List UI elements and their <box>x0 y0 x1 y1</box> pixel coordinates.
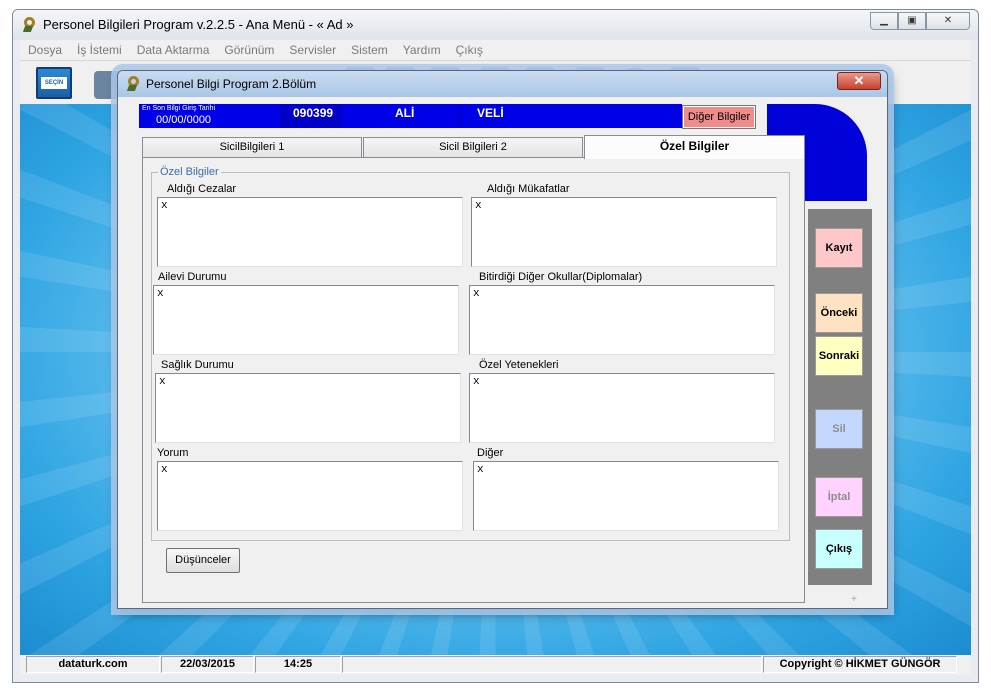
menu-servisler[interactable]: Servisler <box>281 40 343 60</box>
previous-button[interactable]: Önceki <box>815 293 863 333</box>
menu-cikis[interactable]: Çıkış <box>448 40 490 60</box>
dialog-titlebar[interactable]: Personel Bilgi Program 2.Bölüm ✕ <box>118 71 887 97</box>
employee-info-bar: En Son Bilgi Giriş Tarihi 00/00/0000 090… <box>139 104 682 128</box>
memo-diger-okullar[interactable]: x <box>469 285 775 355</box>
tab-sicil-bilgileri-1[interactable]: SicilBilgileri 1 <box>142 137 362 158</box>
memo-ozel-yetenekleri[interactable]: x <box>469 373 775 443</box>
status-empty <box>342 656 762 673</box>
group-title: Özel Bilgiler <box>158 166 221 178</box>
status-bar: dataturk.com 22/03/2015 14:25 Copyright … <box>20 655 971 675</box>
status-date: 22/03/2015 <box>161 656 254 673</box>
delete-button[interactable]: Sil <box>815 409 863 449</box>
label-saglik-durumu: Sağlık Durumu <box>161 359 234 371</box>
main-titlebar[interactable]: Personel Bilgileri Program v.2.2.5 - Ana… <box>13 10 978 40</box>
employee-last-name: VELİ <box>477 106 504 120</box>
dialog-logo-icon <box>126 76 142 92</box>
other-info-button[interactable]: Diğer Bilgiler <box>682 105 756 129</box>
status-site: dataturk.com <box>26 656 160 673</box>
memo-diger[interactable]: x <box>473 461 779 531</box>
cancel-button[interactable]: İptal <box>815 477 863 517</box>
label-aldigi-cezalar: Aldığı Cezalar <box>167 183 237 195</box>
menu-dosya[interactable]: Dosya <box>20 40 69 60</box>
label-diger: Diğer <box>477 447 504 459</box>
menu-is-istemi[interactable]: İş İstemi <box>69 40 129 60</box>
ozel-bilgiler-panel: Özel Bilgiler Aldığı Cezalar x Aldığı Mü… <box>142 157 805 603</box>
status-copyright: Copyright © HİKMET GÜNGÖR <box>763 656 957 673</box>
label-diger-okullar: Bitirdiği Diğer Okullar(Diplomalar) <box>479 271 643 283</box>
menu-yardim[interactable]: Yardım <box>395 40 448 60</box>
select-tool-button[interactable]: SEÇİN <box>36 67 72 99</box>
info-divider <box>459 104 461 128</box>
dialog-close-icon[interactable]: ✕ <box>837 72 881 90</box>
thoughts-button[interactable]: Düşünceler <box>166 548 240 573</box>
last-entry-label: En Son Bilgi Giriş Tarihi <box>142 105 216 112</box>
action-button-panel: Kayıt Önceki Sonraki Sil İptal Çıkış <box>808 209 872 585</box>
memo-aldigi-mukafatlar[interactable]: x <box>471 197 777 267</box>
dialog-title: Personel Bilgi Program 2.Bölüm <box>146 77 317 91</box>
last-entry-date: 00/00/0000 <box>156 114 212 126</box>
exit-button[interactable]: Çıkış <box>815 529 863 569</box>
ozel-bilgiler-group: Özel Bilgiler Aldığı Cezalar x Aldığı Mü… <box>151 166 790 541</box>
app-logo-icon <box>22 17 38 33</box>
menu-bar: Dosya İş İstemi Data Aktarma Görünüm Ser… <box>20 40 971 60</box>
minimize-icon[interactable]: ▁ <box>870 12 898 30</box>
status-time: 14:25 <box>255 656 341 673</box>
next-button[interactable]: Sonraki <box>815 336 863 376</box>
label-ozel-yetenekleri: Özel Yetenekleri <box>479 359 559 371</box>
resize-grip-icon[interactable]: + <box>851 594 857 605</box>
tab-ozel-bilgiler[interactable]: Özel Bilgiler <box>584 135 805 159</box>
memo-yorum[interactable]: x <box>157 461 463 531</box>
window-title: Personel Bilgileri Program v.2.2.5 - Ana… <box>43 17 354 32</box>
label-ailevi-durumu: Ailevi Durumu <box>158 271 227 283</box>
menu-gorunum[interactable]: Görünüm <box>216 40 281 60</box>
personel-dialog: Personel Bilgi Program 2.Bölüm ✕ En Son … <box>117 70 888 609</box>
menu-sistem[interactable]: Sistem <box>343 40 395 60</box>
select-tool-label: SEÇİN <box>41 77 67 89</box>
save-button[interactable]: Kayıt <box>815 228 863 268</box>
dialog-body: En Son Bilgi Giriş Tarihi 00/00/0000 090… <box>124 98 883 605</box>
memo-ailevi-durumu[interactable]: x <box>153 285 459 355</box>
close-window-icon[interactable]: ✕ <box>926 12 970 30</box>
menu-data-aktarma[interactable]: Data Aktarma <box>129 40 217 60</box>
memo-aldigi-cezalar[interactable]: x <box>157 197 463 267</box>
label-aldigi-mukafatlar: Aldığı Mükafatlar <box>487 183 570 195</box>
tab-sicil-bilgileri-2[interactable]: Sicil Bilgileri 2 <box>363 137 583 158</box>
memo-saglik-durumu[interactable]: x <box>155 373 461 443</box>
label-yorum: Yorum <box>157 447 189 459</box>
window-controls: ▁ ▣ ✕ <box>870 12 970 30</box>
maximize-icon[interactable]: ▣ <box>898 12 926 30</box>
employee-number: 090399 <box>293 106 334 120</box>
employee-first-name: ALİ <box>395 106 415 120</box>
